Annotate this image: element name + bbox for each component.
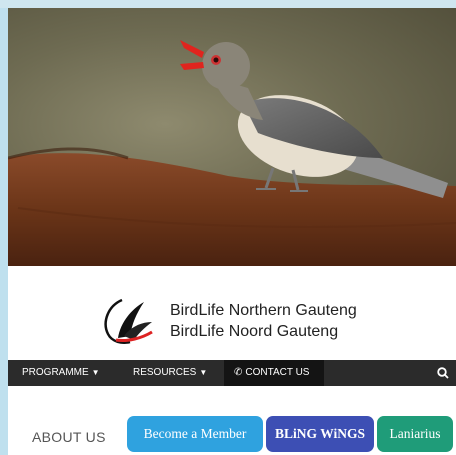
caret-down-icon: ▼ — [199, 368, 208, 377]
caret-down-icon: ▼ — [91, 368, 100, 377]
nav-item-contact-us[interactable]: ✆ CONTACT US — [224, 360, 324, 386]
hero-image — [8, 8, 456, 266]
birdlife-wing-logo-icon[interactable] — [100, 296, 156, 346]
site-header: BirdLife Northern Gauteng BirdLife Noord… — [8, 266, 456, 360]
phone-icon: ✆ — [234, 367, 243, 378]
nav-item-programme[interactable]: PROGRAMME ▼ — [22, 360, 100, 386]
main-nav: PROGRAMME ▼ RESOURCES ▼ ✆ CONTACT US — [8, 360, 456, 386]
become-a-member-button[interactable]: Become a Member — [127, 416, 263, 452]
nav-item-resources[interactable]: RESOURCES ▼ — [133, 360, 207, 386]
about-us-link[interactable]: ABOUT US — [32, 429, 106, 445]
brand-name-english[interactable]: BirdLife Northern Gauteng — [170, 302, 357, 320]
brand-name-afrikaans[interactable]: BirdLife Noord Gauteng — [170, 323, 338, 341]
search-icon[interactable] — [436, 366, 450, 380]
previous-content-strip — [0, 0, 456, 8]
nav-item-label: PROGRAMME — [22, 367, 89, 378]
page: BirdLife Northern Gauteng BirdLife Noord… — [8, 8, 456, 455]
oxpecker-photo-icon — [8, 40, 456, 266]
nav-item-label: CONTACT US — [245, 367, 310, 378]
laniarius-button[interactable]: Laniarius — [377, 416, 453, 452]
nav-item-label: RESOURCES — [133, 367, 197, 378]
bling-wings-button[interactable]: BLiNG WiNGS — [266, 416, 374, 452]
